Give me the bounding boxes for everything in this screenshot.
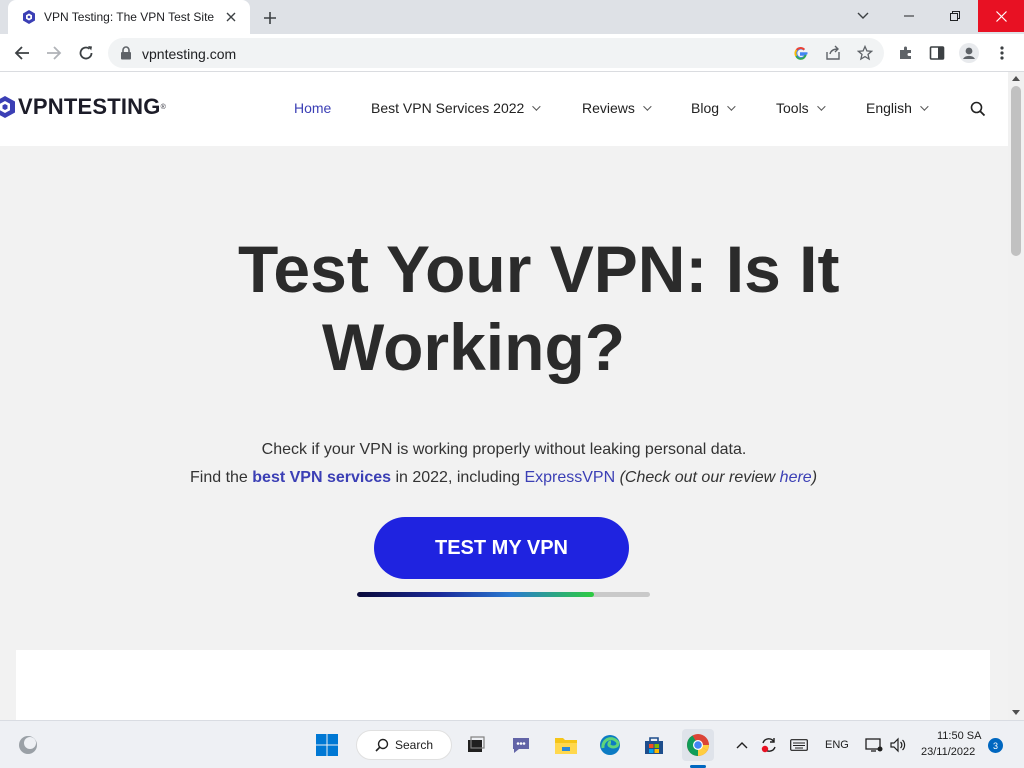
tab-title: VPN Testing: The VPN Test Site bbox=[44, 10, 215, 24]
url-text: vpntesting.com bbox=[142, 46, 237, 62]
show-hidden-icons-chevron-icon[interactable] bbox=[731, 729, 753, 761]
page-scrollbar[interactable] bbox=[1008, 72, 1024, 720]
back-icon[interactable] bbox=[8, 39, 36, 67]
scroll-down-arrow-icon[interactable] bbox=[1012, 710, 1020, 715]
test-progress-bar bbox=[357, 592, 650, 597]
tab-close-icon[interactable] bbox=[222, 8, 240, 26]
nav-best-vpn-services[interactable]: Best VPN Services 2022 bbox=[371, 100, 541, 116]
address-bar[interactable]: vpntesting.com bbox=[108, 38, 884, 68]
minimize-icon[interactable] bbox=[886, 0, 932, 32]
best-vpn-services-link[interactable]: best VPN services bbox=[252, 469, 391, 486]
notification-badge[interactable]: 3 bbox=[988, 738, 1003, 753]
logo-registered-mark: ® bbox=[160, 103, 166, 111]
taskbar-search[interactable]: Search bbox=[356, 730, 452, 760]
tab-strip: VPN Testing: The VPN Test Site bbox=[0, 0, 1024, 34]
google-translate-icon[interactable] bbox=[790, 42, 812, 64]
nav-tools[interactable]: Tools bbox=[776, 100, 826, 116]
tab-search-chevron-icon[interactable] bbox=[840, 0, 886, 32]
microsoft-store-icon[interactable] bbox=[638, 729, 670, 761]
side-panel-icon[interactable] bbox=[926, 42, 948, 64]
new-tab-icon[interactable] bbox=[258, 6, 282, 30]
widgets-weather-icon[interactable] bbox=[12, 729, 44, 761]
bookmark-star-icon[interactable] bbox=[854, 42, 876, 64]
language-indicator[interactable]: ENG bbox=[825, 739, 849, 751]
task-view-icon[interactable] bbox=[460, 729, 492, 761]
file-explorer-icon[interactable] bbox=[550, 729, 582, 761]
nav-home[interactable]: Home bbox=[294, 100, 331, 116]
forward-icon[interactable] bbox=[40, 39, 68, 67]
clock-time[interactable]: 11:50 SA bbox=[937, 730, 981, 742]
test-my-vpn-button[interactable]: TEST MY VPN bbox=[374, 517, 629, 579]
review-here-link[interactable]: here bbox=[780, 469, 812, 486]
volume-icon[interactable] bbox=[886, 729, 910, 761]
site-header: VPNTESTING ® Home Best VPN Services 2022 … bbox=[0, 72, 1008, 146]
windows-start-icon[interactable] bbox=[311, 729, 343, 761]
chrome-taskbar-icon[interactable] bbox=[682, 729, 714, 761]
scroll-up-arrow-icon[interactable] bbox=[1012, 76, 1020, 81]
vpntesting-favicon-icon bbox=[23, 10, 35, 24]
clock-date[interactable]: 23/11/2022 bbox=[921, 746, 975, 758]
hero-subtitle: Check if your VPN is working properly wi… bbox=[261, 441, 747, 458]
page-viewport: VPNTESTING ® Home Best VPN Services 2022 … bbox=[0, 72, 1008, 720]
search-icon bbox=[375, 738, 389, 752]
scroll-thumb[interactable] bbox=[1011, 86, 1021, 256]
vpntesting-logo-icon bbox=[0, 96, 15, 118]
browser-toolbar: vpntesting.com bbox=[0, 34, 1024, 72]
chevron-down-icon bbox=[532, 102, 541, 111]
share-icon[interactable] bbox=[822, 42, 844, 64]
content-card bbox=[16, 650, 990, 720]
keyboard-icon[interactable] bbox=[786, 729, 812, 761]
chrome-menu-icon[interactable] bbox=[991, 42, 1013, 64]
hero-title-line2: Working? bbox=[322, 310, 626, 384]
profile-avatar-icon[interactable] bbox=[958, 42, 980, 64]
expressvpn-link[interactable]: ExpressVPN bbox=[524, 469, 615, 486]
edge-browser-icon[interactable] bbox=[594, 729, 626, 761]
chevron-down-icon bbox=[643, 102, 652, 111]
network-icon[interactable] bbox=[862, 729, 886, 761]
teams-chat-icon[interactable] bbox=[505, 729, 537, 761]
extensions-puzzle-icon[interactable] bbox=[895, 42, 917, 64]
chevron-down-icon bbox=[816, 102, 826, 111]
reload-icon[interactable] bbox=[72, 39, 100, 67]
nav-reviews[interactable]: Reviews bbox=[582, 100, 652, 116]
restore-icon[interactable] bbox=[932, 0, 978, 32]
close-window-icon[interactable] bbox=[978, 0, 1024, 32]
lock-icon[interactable] bbox=[120, 46, 132, 60]
nav-blog[interactable]: Blog bbox=[691, 100, 736, 116]
hero-subtitle-2: Find the best VPN services in 2022, incl… bbox=[190, 469, 818, 486]
browser-tab[interactable]: VPN Testing: The VPN Test Site bbox=[8, 0, 250, 34]
search-label: Search bbox=[395, 738, 434, 752]
test-progress-fill bbox=[357, 592, 595, 597]
sync-status-icon[interactable] bbox=[756, 729, 782, 761]
chevron-down-icon bbox=[727, 102, 736, 111]
logo-text: VPNTESTING bbox=[18, 94, 161, 119]
site-logo[interactable]: VPNTESTING ® bbox=[0, 94, 166, 120]
chevron-down-icon bbox=[920, 102, 929, 111]
site-search-icon[interactable] bbox=[970, 101, 986, 117]
nav-language[interactable]: English bbox=[866, 100, 929, 116]
hero-title-line1: Test Your VPN: Is It bbox=[238, 232, 840, 306]
windows-taskbar: Search ENG 11:50 SA 23/11/2022 3 bbox=[0, 720, 1024, 768]
